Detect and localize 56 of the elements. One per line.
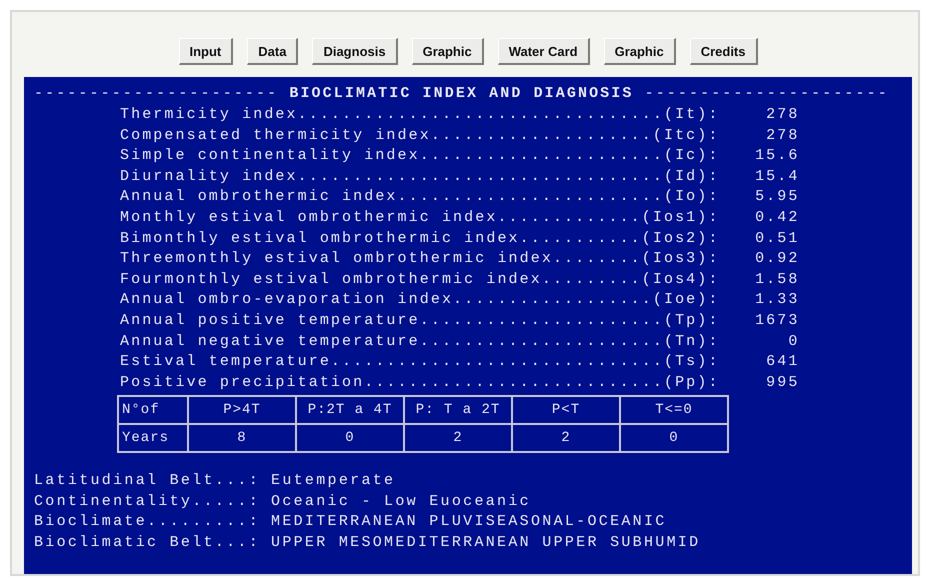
- diagnosis-label: Bioclimate.........:: [34, 512, 260, 532]
- index-label: Annual ombrothermic index........................(Io):: [120, 187, 720, 208]
- index-label: Annual positive temperature......................(Tp):: [120, 310, 720, 331]
- index-value: 0.51: [754, 228, 800, 249]
- index-value: 0: [787, 332, 800, 352]
- table-header-cell: P: T a 2T: [404, 396, 512, 424]
- index-label: Threemonthly estival ombrothermic index........(Ios3):: [120, 249, 720, 270]
- table-header-cell: P<T: [512, 396, 620, 424]
- index-value: 995: [765, 372, 800, 393]
- nav-button[interactable]: Credits: [690, 38, 758, 65]
- table-header-cell: P>4T: [188, 396, 296, 424]
- index-label: Fourmonthly estival ombrothermic index.........(Ios4):: [120, 270, 720, 290]
- index-label: Simple continentality index......................(Ic):: [120, 146, 720, 166]
- table-cell: Years: [118, 424, 188, 452]
- table-cell: 8: [188, 424, 296, 452]
- nav-button[interactable]: Data: [247, 38, 298, 65]
- nav-button[interactable]: Water Card: [498, 38, 590, 65]
- index-label: Positive precipitation...........................(Pp):: [120, 372, 720, 393]
- index-value: 278: [765, 105, 800, 125]
- index-value: 1673: [754, 310, 800, 331]
- table-header-cell: T<=0: [620, 396, 728, 424]
- index-value: 0.92: [754, 249, 800, 270]
- diagnosis-value: Oceanic - Low Euoceanic: [271, 492, 531, 512]
- index-label: Thermicity index.................................(It):: [120, 105, 720, 125]
- nav-button[interactable]: Graphic: [604, 38, 676, 65]
- index-label: Compensated thermicity index....................(Itc):: [120, 126, 720, 146]
- index-value: 1.58: [754, 270, 800, 290]
- index-label: Estival temperature..............................(Ts):: [120, 352, 720, 372]
- table-cell: 2: [512, 424, 620, 452]
- index-value: 15.6: [754, 146, 800, 166]
- diagnosis-value: UPPER MESOMEDITERRANEAN UPPER SUBHUMID: [271, 532, 700, 553]
- index-value: 278: [765, 126, 800, 146]
- diagnosis-label: Latitudinal Belt...:: [34, 471, 260, 492]
- index-value: 5.95: [754, 187, 800, 208]
- index-value: 0.42: [754, 208, 800, 228]
- index-value: 641: [765, 352, 800, 372]
- nav-button[interactable]: Input: [178, 38, 234, 65]
- nav-button[interactable]: Graphic: [412, 38, 484, 65]
- table-cell: 0: [620, 424, 728, 452]
- table-cell: 0: [296, 424, 404, 452]
- index-label: Monthly estival ombrothermic index.............(Ios1):: [120, 208, 720, 228]
- table-cell: 2: [404, 424, 512, 452]
- diagnosis-label: Bioclimatic Belt...:: [34, 532, 260, 553]
- index-label: Annual negative temperature......................(Tn):: [120, 332, 720, 352]
- diagnosis-value: MEDITERRANEAN PLUVISEASONAL-OCEANIC: [271, 512, 667, 532]
- index-label: Annual ombro-evaporation index..................(Ioe):: [120, 290, 720, 310]
- table-header-cell: N°of: [118, 396, 188, 424]
- diagnosis-label: Continentality.....:: [34, 492, 260, 512]
- index-value: 1.33: [754, 290, 800, 310]
- nav-button[interactable]: Diagnosis: [312, 38, 398, 65]
- section-heading: ---------------------- BIOCLIMATIC INDEX AND DIAGNOSIS ----------------------: [34, 84, 890, 104]
- table-header-cell: P:2T a 4T: [296, 396, 404, 424]
- index-label: Bimonthly estival ombrothermic index...........(Ios2):: [120, 228, 720, 249]
- index-value: 15.4: [754, 166, 800, 187]
- index-label: Diurnality index.................................(Id):: [120, 166, 720, 187]
- diagnosis-value: Eutemperate: [271, 471, 396, 492]
